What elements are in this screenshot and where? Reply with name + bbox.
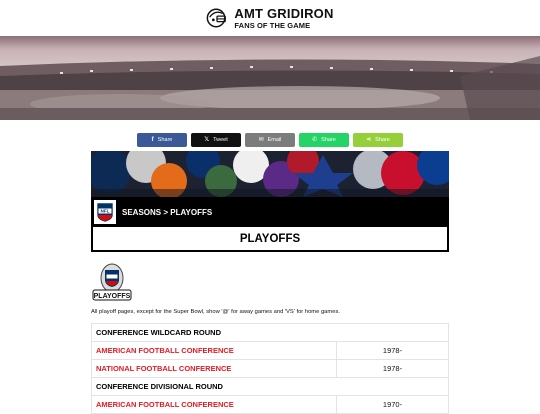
breadcrumb[interactable]: SEASONS > PLAYOFFS <box>122 208 212 217</box>
nfl-shield-icon: NFL <box>94 200 116 224</box>
table-row: NATIONAL FOOTBALL CONFERENCE 1978- <box>91 359 449 378</box>
facebook-icon: f <box>151 137 154 143</box>
svg-text:NFL: NFL <box>101 209 110 214</box>
team-helmets-banner <box>91 151 449 197</box>
stadium-illustration <box>0 36 540 120</box>
breadcrumb-bar: NFL SEASONS > PLAYOFFS <box>91 197 449 227</box>
team-helmets-collage <box>91 151 449 197</box>
years-cell: 1978- <box>336 341 449 360</box>
years-cell: 1978- <box>336 359 449 378</box>
email-icon: ✉ <box>258 137 264 143</box>
conference-link[interactable]: NATIONAL FOOTBALL CONFERENCE <box>91 359 337 378</box>
intro-text: All playoff pages, except for the Super … <box>91 309 340 315</box>
x-twitter-icon: 𝕏 <box>204 137 210 143</box>
share-label: Share <box>157 137 173 143</box>
playoff-rounds-table: CONFERENCE WILDCARD ROUND AMERICAN FOOTB… <box>91 323 449 414</box>
helmet-logo-icon[interactable] <box>206 7 228 29</box>
share-icon: ⋖ <box>366 137 372 143</box>
page-title: PLAYOFFS <box>239 232 301 245</box>
site-title[interactable]: AMT GRIDIRON <box>234 7 333 20</box>
main-content: NFL SEASONS > PLAYOFFS PLAYOFFS <box>91 151 449 252</box>
page-title-box: PLAYOFFS <box>91 227 449 252</box>
conference-link[interactable]: AMERICAN FOOTBALL CONFERENCE <box>91 341 337 360</box>
share-label: Share <box>375 137 390 143</box>
table-row: AMERICAN FOOTBALL CONFERENCE 1978- <box>91 341 449 360</box>
site-tagline: FANS OF THE GAME <box>234 20 311 30</box>
round-heading: CONFERENCE DIVISIONAL ROUND <box>91 377 449 396</box>
table-row: CONFERENCE DIVISIONAL ROUND <box>91 377 449 396</box>
whatsapp-share-button[interactable]: ✆ Share <box>299 133 349 147</box>
share-label: Email <box>267 137 282 143</box>
nfl-playoffs-logo-icon: PLAYOFFS <box>92 263 132 301</box>
hero-stadium-image <box>0 36 540 120</box>
share-label: Tweet <box>213 137 228 143</box>
twitter-share-button[interactable]: 𝕏 Tweet <box>191 133 241 147</box>
share-label: Share <box>321 137 336 143</box>
whatsapp-icon: ✆ <box>312 137 318 143</box>
facebook-share-button[interactable]: f Share <box>137 133 187 147</box>
sharethis-share-button[interactable]: ⋖ Share <box>353 133 403 147</box>
email-share-button[interactable]: ✉ Email <box>245 133 295 147</box>
brand[interactable]: AMT GRIDIRON FANS OF THE GAME <box>234 7 333 30</box>
round-heading: CONFERENCE WILDCARD ROUND <box>91 323 449 342</box>
playoffs-logo-text: PLAYOFFS <box>94 293 131 300</box>
table-row: CONFERENCE WILDCARD ROUND <box>91 323 449 342</box>
site-header: AMT GRIDIRON FANS OF THE GAME <box>0 0 540 36</box>
